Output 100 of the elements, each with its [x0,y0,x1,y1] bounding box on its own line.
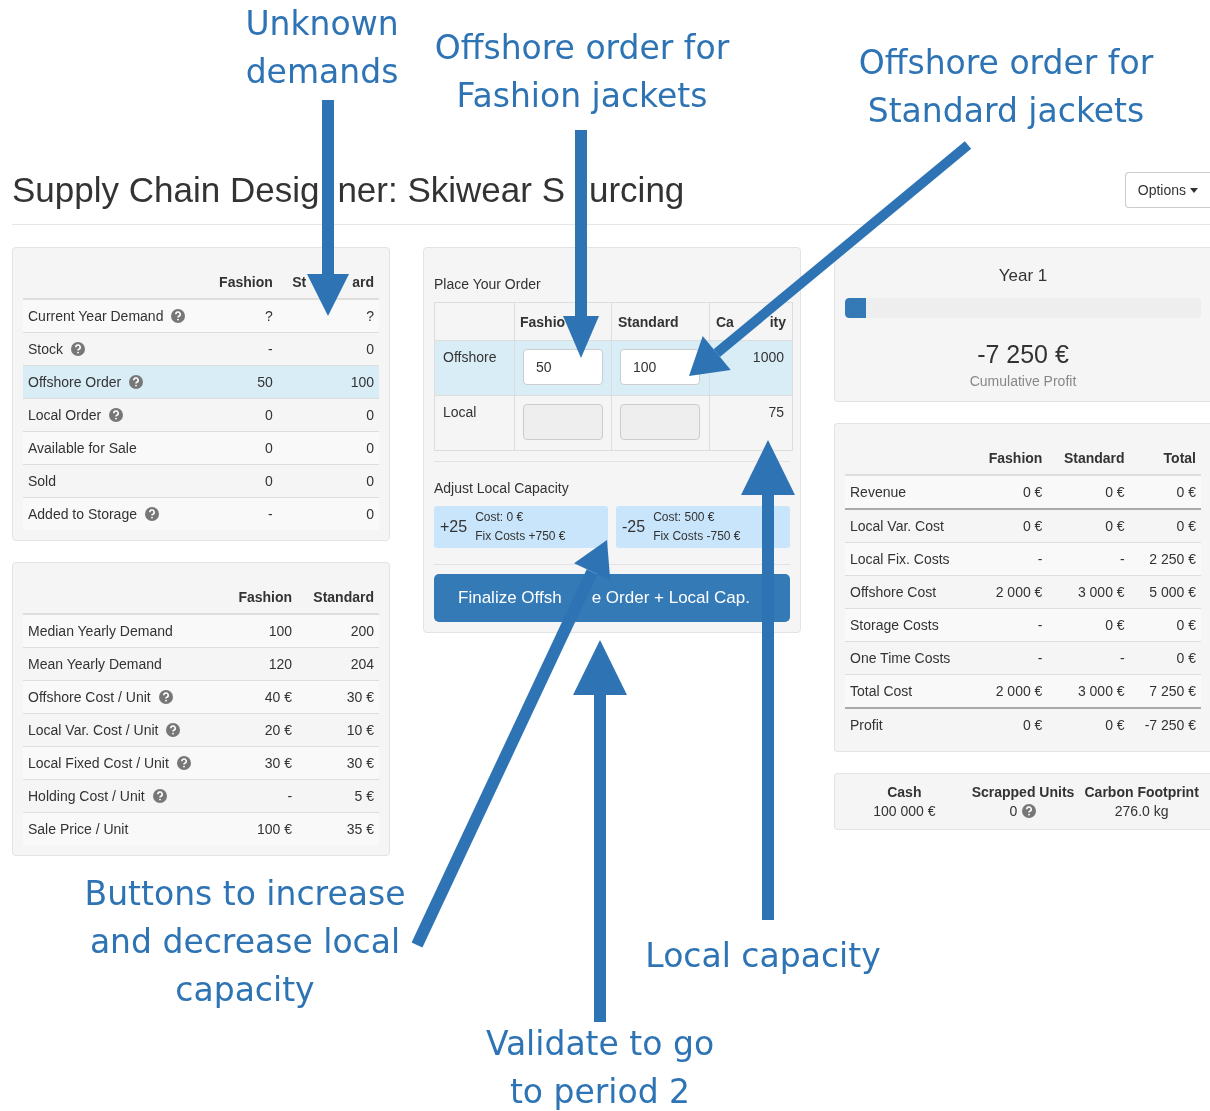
row-label: Median Yearly Demand [28,623,173,639]
row-label: Offshore Cost / Unit [28,689,151,705]
row-label: Local Var. Cost / Unit [28,722,159,738]
annotation-text: Buttons to increase and decrease local capacity [84,873,406,1011]
table-cell: 3 000 € [1047,575,1130,609]
page-title: urcing [589,170,685,209]
row-label: Current Year Demand [28,308,164,324]
row-label: Revenue [845,475,974,509]
finalize-button[interactable]: Finalize Offsh e Order + Local Cap. [434,574,790,622]
column-header: Fashion [219,274,273,290]
table-cell: - [1047,641,1130,675]
table-cell: 0 € [1047,608,1130,642]
row-label: Added to Storage [28,506,137,522]
annotation-text: Offshore order for Standard jackets [858,42,1154,132]
table-cell: 30 € [297,746,379,780]
column-header: Standard [618,313,679,330]
table-cell: - [207,497,278,530]
help-icon[interactable] [71,342,85,356]
row-label: Local Fix. Costs [845,542,974,576]
help-icon[interactable] [166,723,181,737]
quantity-input[interactable]: 100 [620,349,700,385]
table-cell: 0 € [973,475,1048,509]
row-label: Offshore Cost [845,575,974,609]
table-cell: 0 € [973,708,1048,741]
row-label: Storage Costs [845,608,974,642]
help-icon[interactable] [109,408,124,422]
annotation-text: Offshore order for Fashion jackets [434,27,730,117]
table-cell: 2 250 € [1129,542,1201,576]
help-icon[interactable] [158,690,173,704]
help-icon[interactable] [129,375,144,389]
row-label: Sale Price / Unit [28,821,129,837]
section-title: Adjust Local Capacity [434,479,570,498]
table-cell: 100 [223,614,298,648]
table-cell: 5 € [297,779,379,813]
help-icon[interactable] [152,789,167,803]
page-title: Supply Chain Desig [12,170,320,209]
profit-label: Cumulative Profit [968,373,1078,389]
table-cell: 7 250 € [1129,674,1201,708]
stat-label: Scrapped Units [970,784,1076,800]
stat-value: 0 [1009,803,1018,819]
annotation-text: Validate to go to period 2 [485,1023,715,1111]
table-cell: 200 [297,614,379,648]
page-title: ner: Skiwear S [337,170,565,209]
column-header: Fashio [520,313,566,330]
help-icon[interactable] [145,507,159,521]
row-label: Available for Sale [28,440,137,456]
help-icon[interactable] [176,756,191,770]
table-cell: 3 000 € [1047,674,1130,708]
table-cell: - [973,641,1048,675]
table-cell: - [1047,542,1130,576]
table-cell: 0 € [1047,475,1130,509]
table-cell: 0 [277,464,379,498]
table-cell: - [973,608,1048,642]
row-label: Offshore [434,340,515,396]
stat-label: Cash [886,784,923,800]
column-header: ard [352,274,374,290]
stat-value: 276.0 kg [1114,803,1169,819]
year-title: Year 1 [997,266,1049,286]
table-cell: 30 € [223,746,298,780]
table-cell: 100 € [223,812,298,845]
column-header: Ca [716,313,734,330]
help-icon[interactable] [171,309,186,323]
table-cell: 0 € [973,509,1048,543]
options-button[interactable]: Options [1124,172,1210,208]
help-icon[interactable] [1022,804,1037,818]
table-cell: 100 [277,365,379,399]
table-cell: 40 € [223,680,298,714]
row-label: Mean Yearly Demand [28,656,162,672]
row-label: Local Order [28,407,102,423]
row-label: Profit [845,708,974,741]
row-label: Local Fixed Cost / Unit [28,755,169,771]
table-cell: 0 [207,398,278,432]
table-cell: - [973,542,1048,576]
table-cell: 0 [207,431,278,465]
column-header: St [292,274,307,290]
stat-label: Carbon Footprint [1083,784,1200,800]
table-cell: 0 € [1129,475,1201,509]
table-cell: 120 [223,647,298,681]
section-title: Place Your Order [434,275,542,294]
table-cell: - [207,332,278,366]
table-cell: -7 250 € [1129,708,1201,741]
row-label: Total Cost [845,674,974,708]
table-cell: 2 000 € [973,674,1048,708]
table-cell: 20 € [223,713,298,747]
table-cell: 50 [207,365,278,399]
table-cell: 35 € [297,812,379,845]
row-label: Offshore Order [28,374,122,390]
table-cell: 30 € [297,680,379,714]
table-cell: 10 € [297,713,379,747]
table-cell: 204 [297,647,379,681]
table-cell: 0 [277,497,379,530]
row-label: Sold [28,473,57,489]
annotation-text: Unknown demands [245,3,399,93]
table-cell: 2 000 € [973,575,1048,609]
row-label: One Time Costs [845,641,974,675]
table-cell: 0 € [1129,509,1201,543]
row-label: Local Var. Cost [845,509,974,543]
row-label: Local [434,395,515,451]
quantity-input[interactable]: 50 [523,349,603,385]
table-cell: 0 [207,464,278,498]
